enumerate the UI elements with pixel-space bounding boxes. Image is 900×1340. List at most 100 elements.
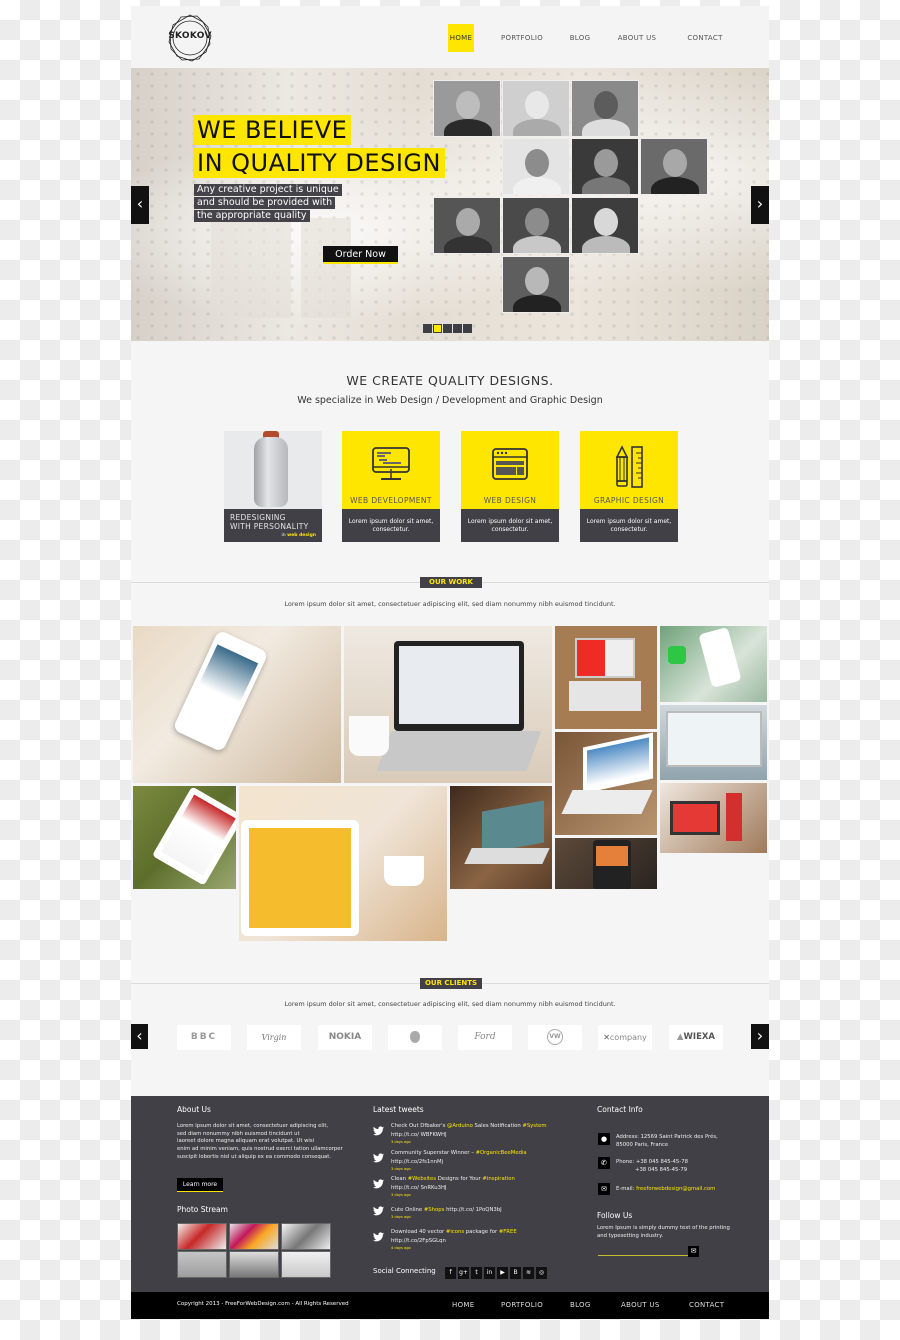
hero-slider: WE BELIEVE IN QUALITY DESIGN Any creativ… [131, 68, 769, 341]
footer-nav-contact[interactable]: CONTACT [689, 1301, 724, 1309]
team-photo[interactable] [433, 80, 501, 137]
photo-stream-item[interactable] [229, 1251, 279, 1278]
client-logo-wiexa[interactable]: ▲WIEXA [669, 1025, 723, 1050]
client-logo-bbc[interactable]: BBC [177, 1025, 231, 1050]
follow-us-heading: Follow Us [597, 1211, 633, 1220]
our-work-tag: OUR WORK [420, 577, 482, 588]
footer-nav-portfolio[interactable]: PORTFOLIO [501, 1301, 543, 1309]
tweet-item: Community Superstar Winner – #OrganicBee… [391, 1150, 527, 1165]
portfolio-tile[interactable] [554, 837, 658, 890]
team-photo[interactable] [502, 256, 570, 313]
featured-project-card[interactable]: REDESIGNING WITH PERSONALITY in web desig… [224, 431, 322, 542]
team-photo[interactable] [571, 197, 639, 254]
main-nav: HOME PORTFOLIO BLOG ABOUT US CONTACT [131, 24, 769, 52]
portfolio-tile[interactable] [449, 785, 553, 890]
client-logo-company[interactable]: ✕company [598, 1025, 652, 1050]
team-photo[interactable] [571, 80, 639, 137]
email-link[interactable]: freeforwebdesign@gmail.com [636, 1186, 715, 1192]
hero-next-button[interactable]: › [751, 186, 769, 224]
tweet-time: 3 days ago [391, 1193, 411, 1197]
facebook-icon[interactable]: f [445, 1267, 456, 1279]
subscribe-button[interactable]: ✉ [688, 1246, 699, 1257]
portfolio-tile[interactable] [659, 782, 768, 854]
footer-nav-home[interactable]: HOME [452, 1301, 474, 1309]
chevron-right-icon: › [756, 1026, 764, 1045]
client-logo-virgin[interactable]: Virgin [247, 1025, 301, 1050]
service-card-label: GRAPHIC DESIGN [593, 496, 665, 505]
team-photo[interactable] [433, 197, 501, 254]
hero-prev-button[interactable]: ‹ [131, 186, 149, 224]
slider-dot[interactable] [443, 324, 452, 333]
dribbble-icon[interactable]: ◎ [536, 1267, 547, 1279]
portfolio-tile[interactable] [343, 625, 553, 784]
subscribe-email-input[interactable] [598, 1246, 688, 1256]
youtube-icon[interactable]: ▶ [497, 1267, 508, 1279]
featured-tag[interactable]: web design [287, 533, 316, 538]
team-photo[interactable] [571, 138, 639, 195]
clients-next-button[interactable]: › [751, 1024, 769, 1049]
client-logo-apple[interactable] [388, 1025, 442, 1050]
team-photo[interactable] [502, 197, 570, 254]
portfolio-tile[interactable] [659, 625, 768, 703]
follow-us-text: Lorem Ipsum is simply dummy text of the … [597, 1225, 730, 1239]
portfolio-tile[interactable] [132, 625, 342, 784]
tweet-link[interactable]: http://t.co/ WBFKWHJ [391, 1132, 447, 1138]
services-title: WE CREATE QUALITY DESIGNS. [346, 373, 554, 388]
service-card-graphic-design[interactable]: GRAPHIC DESIGN Lorem ipsum dolor sit ame… [580, 431, 678, 542]
service-card-web-design[interactable]: WEB DESIGN Lorem ipsum dolor sit amet, co… [461, 431, 559, 542]
footer-nav-blog[interactable]: BLOG [570, 1301, 591, 1309]
about-us-heading: About Us [177, 1105, 211, 1114]
contact-email: E-mail: freeforwebdesign@gmail.com [616, 1186, 716, 1192]
portfolio-tile[interactable] [659, 704, 768, 781]
slider-dot[interactable] [453, 324, 462, 333]
nav-about-us[interactable]: ABOUT US [617, 24, 657, 52]
nav-portfolio[interactable]: PORTFOLIO [501, 24, 543, 52]
about-us-text: Lorem ipsum dolor sit amet, consectetuer… [177, 1123, 343, 1160]
google-plus-icon[interactable]: g+ [458, 1267, 469, 1279]
order-now-button[interactable]: Order Now [323, 246, 398, 264]
nav-contact[interactable]: CONTACT [685, 24, 725, 52]
team-photo[interactable] [502, 80, 570, 137]
slider-dot[interactable] [423, 324, 432, 333]
photo-stream-item[interactable] [177, 1223, 227, 1250]
clients-prev-button[interactable]: ‹ [131, 1024, 148, 1049]
photo-stream-item[interactable] [281, 1251, 331, 1278]
photo-stream-item[interactable] [177, 1251, 227, 1278]
tweet-link[interactable]: http://t.co/ SnRKu3HJ [391, 1185, 447, 1191]
envelope-icon: ✉ [598, 1183, 610, 1195]
portfolio-tile[interactable] [132, 785, 237, 890]
slider-dot-active[interactable] [433, 324, 442, 333]
service-card-label: WEB DESIGN [483, 496, 537, 505]
nav-home[interactable]: HOME [448, 24, 474, 52]
footer-nav-about-us[interactable]: ABOUT US [621, 1301, 660, 1309]
twitter-icon[interactable]: t [471, 1267, 482, 1279]
client-logo-ford[interactable]: Ford [458, 1025, 512, 1050]
portfolio-tile[interactable] [554, 731, 658, 836]
nav-blog[interactable]: BLOG [567, 24, 593, 52]
photo-stream-item[interactable] [281, 1223, 331, 1250]
rss-icon[interactable]: ≋ [523, 1267, 534, 1279]
slider-dot[interactable] [463, 324, 472, 333]
learn-more-button[interactable]: Learn more [177, 1178, 223, 1192]
our-work-text: Lorem ipsum dolor sit amet, consectetuer… [284, 600, 616, 608]
hero-bg-shape [211, 208, 291, 318]
blogger-icon[interactable]: B [510, 1267, 521, 1279]
tweet-link[interactable]: http://t.co/2FpSGLqn [391, 1238, 446, 1244]
client-logo-volkswagen[interactable]: VW [528, 1025, 582, 1050]
twitter-bird-icon [373, 1232, 384, 1242]
service-card-text: Lorem ipsum dolor sit amet, consectetur. [342, 509, 440, 542]
service-card-web-development[interactable]: WEB DEVELOPMENT Lorem ipsum dolor sit am… [342, 431, 440, 542]
team-photo[interactable] [640, 138, 708, 195]
bottom-bar: Copyright 2013 - FreeForWebDesign.com - … [131, 1292, 769, 1319]
portfolio-tile[interactable] [238, 785, 448, 942]
envelope-icon: ✉ [690, 1247, 697, 1255]
tweet-link[interactable]: http://t.co/2fs1nnMj [391, 1159, 443, 1165]
linkedin-icon[interactable]: in [484, 1267, 495, 1279]
photo-stream-item[interactable] [229, 1223, 279, 1250]
hero-headline-line1: WE BELIEVE [193, 115, 352, 145]
contact-phone: Phone: +38 045 845-45-78 +38 045 845-45-7… [616, 1159, 688, 1173]
team-photo[interactable] [502, 138, 570, 195]
phone-icon: ✆ [598, 1157, 610, 1169]
client-logo-nokia[interactable]: NOKIA [318, 1025, 372, 1050]
portfolio-tile[interactable] [554, 625, 658, 730]
